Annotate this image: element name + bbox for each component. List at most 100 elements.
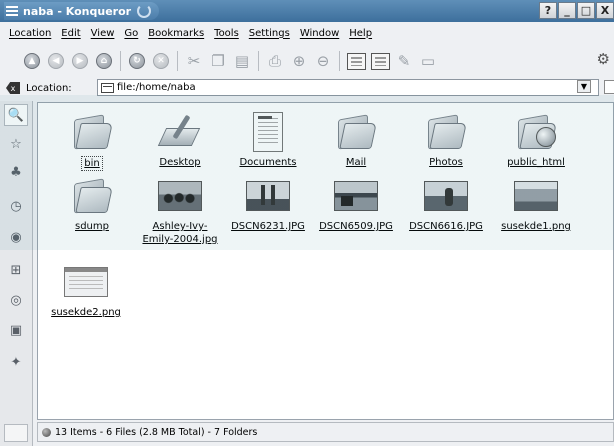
file-label: susekde2.png — [51, 307, 121, 318]
desktop-icon — [157, 114, 201, 150]
menu-window[interactable]: Window — [295, 28, 344, 39]
file-label: DSCN6616.JPG — [409, 221, 483, 232]
clear-location-icon[interactable]: x — [6, 82, 20, 94]
file-item[interactable]: Documents — [226, 109, 310, 169]
copy-icon[interactable]: ❐ — [208, 51, 228, 71]
file-item[interactable]: susekde1.png — [494, 173, 578, 233]
home-folder-icon[interactable]: ▣ — [4, 319, 28, 341]
file-label: DSCN6509.JPG — [319, 221, 393, 232]
terminal-icon[interactable]: ▭ — [418, 51, 438, 71]
image-thumbnail-icon — [158, 181, 202, 211]
location-value: file:/home/naba — [117, 82, 196, 93]
navigation-sidebar: 🔍 ☆ ♣ ◷ ◉ ⊞ ◎ ▣ ✦ — [0, 101, 33, 446]
file-item[interactable]: DSCN6616.JPG — [404, 173, 488, 233]
remote-icon[interactable]: ◎ — [4, 289, 28, 311]
file-view[interactable]: bin Desktop Documents Mail Photos public… — [37, 102, 614, 420]
folder-icon — [70, 113, 114, 151]
toolbar-separator — [339, 51, 340, 71]
file-item[interactable]: Desktop — [138, 109, 222, 169]
file-item[interactable]: Photos — [404, 109, 488, 169]
menu-help[interactable]: Help — [344, 28, 377, 39]
file-item[interactable]: public_html — [494, 109, 578, 169]
sidebar-config-button[interactable] — [4, 424, 28, 442]
help-button[interactable]: ? — [539, 2, 557, 19]
status-indicator-icon — [42, 427, 51, 437]
forward-icon[interactable]: ▶ — [70, 51, 90, 71]
menu-settings[interactable]: Settings — [244, 28, 295, 39]
menu-bookmarks[interactable]: Bookmarks — [143, 28, 209, 39]
maximize-button[interactable]: □ — [577, 2, 595, 19]
window-title-tab: naba - Konqueror — [4, 2, 160, 20]
file-item[interactable]: DSCN6231.JPG — [226, 173, 310, 233]
file-label: DSCN6231.JPG — [231, 221, 305, 232]
status-text: 13 Items - 6 Files (2.8 MB Total) - 7 Fo… — [55, 426, 258, 438]
zoom-in-icon[interactable]: ⊕ — [289, 51, 309, 71]
icon-view-icon[interactable] — [346, 51, 366, 71]
konqueror-gear-icon[interactable]: ⚙ — [597, 50, 610, 68]
location-history-dropdown[interactable]: ▼ — [577, 80, 591, 93]
devices-icon[interactable]: ◉ — [4, 226, 28, 248]
stop-icon[interactable]: ✕ — [151, 51, 171, 71]
toolbar-separator — [120, 51, 121, 71]
print-icon[interactable]: ⎙ — [265, 51, 285, 71]
status-bar: 13 Items - 6 Files (2.8 MB Total) - 7 Fo… — [37, 422, 614, 442]
web-folder-icon — [514, 113, 558, 151]
menu-tools[interactable]: Tools — [209, 28, 244, 39]
up-icon[interactable]: ▲ — [22, 51, 42, 71]
root-folder-icon[interactable]: ✦ — [4, 351, 28, 373]
file-item[interactable]: susekde2.png — [44, 259, 128, 319]
image-thumbnail-icon — [514, 181, 558, 211]
location-input[interactable]: file:/home/naba — [97, 79, 599, 96]
menu-location[interactable]: Location — [4, 28, 56, 39]
zoom-out-icon[interactable]: ⊖ — [313, 51, 333, 71]
folder-icon — [334, 113, 378, 151]
toolbar-separator — [177, 51, 178, 71]
window-buttons: ? _ □ X — [539, 2, 614, 19]
menu-bar: Location Edit View Go Bookmarks Tools Se… — [0, 24, 377, 42]
folder-icon — [424, 113, 468, 151]
title-bar: naba - Konqueror ? _ □ X — [0, 0, 614, 22]
go-button[interactable] — [604, 80, 614, 94]
detail-view-icon[interactable] — [370, 51, 390, 71]
window-menu-icon[interactable] — [6, 5, 18, 17]
folder-icon — [70, 177, 114, 215]
back-icon[interactable]: ◀ — [46, 51, 66, 71]
reload-icon[interactable]: ↻ — [127, 51, 147, 71]
services-icon[interactable]: ⊞ — [4, 259, 28, 281]
toolbar-separator — [258, 51, 259, 71]
file-label: Ashley-Ivy- Emily-2004.jpg — [142, 221, 218, 245]
network-icon[interactable]: ♣ — [4, 161, 28, 183]
file-label: susekde1.png — [501, 221, 571, 232]
history-icon[interactable]: ◷ — [4, 195, 28, 217]
navigation-icon[interactable]: 🔍 — [4, 104, 28, 126]
close-button[interactable]: X — [596, 2, 614, 19]
file-label: Photos — [429, 157, 463, 168]
paste-icon[interactable]: ▤ — [232, 51, 252, 71]
file-item[interactable]: bin — [50, 109, 134, 171]
menu-go[interactable]: Go — [119, 28, 143, 39]
image-thumbnail-icon — [424, 181, 468, 211]
image-thumbnail-icon — [246, 181, 290, 211]
file-label: Mail — [345, 157, 367, 168]
bookmarks-icon[interactable]: ☆ — [4, 133, 28, 155]
menu-edit[interactable]: Edit — [56, 28, 85, 39]
file-item[interactable]: sdump — [50, 173, 134, 233]
file-item[interactable]: Mail — [314, 109, 398, 169]
menu-view[interactable]: View — [86, 28, 120, 39]
home-icon[interactable]: ⌂ — [94, 51, 114, 71]
main-toolbar: ▲ ◀ ▶ ⌂ ↻ ✕ ✂ ❐ ▤ ⎙ ⊕ ⊖ ✎ ▭ — [0, 46, 614, 76]
cut-icon[interactable]: ✂ — [184, 51, 204, 71]
minimize-button[interactable]: _ — [558, 2, 576, 19]
file-label: Documents — [239, 157, 297, 168]
file-item[interactable]: Ashley-Ivy- Emily-2004.jpg — [138, 173, 222, 246]
document-icon — [253, 112, 283, 152]
file-label: bin — [81, 156, 103, 171]
window-title: naba - Konqueror — [23, 4, 132, 18]
konqueror-swirl-icon — [137, 4, 152, 18]
file-label: Desktop — [159, 157, 201, 168]
file-label: public_html — [507, 157, 565, 168]
pen-icon[interactable]: ✎ — [394, 51, 414, 71]
location-bar: x Location: file:/home/naba ▼ — [0, 78, 614, 98]
screenshot-thumbnail-icon — [64, 267, 108, 297]
file-item[interactable]: DSCN6509.JPG — [314, 173, 398, 233]
